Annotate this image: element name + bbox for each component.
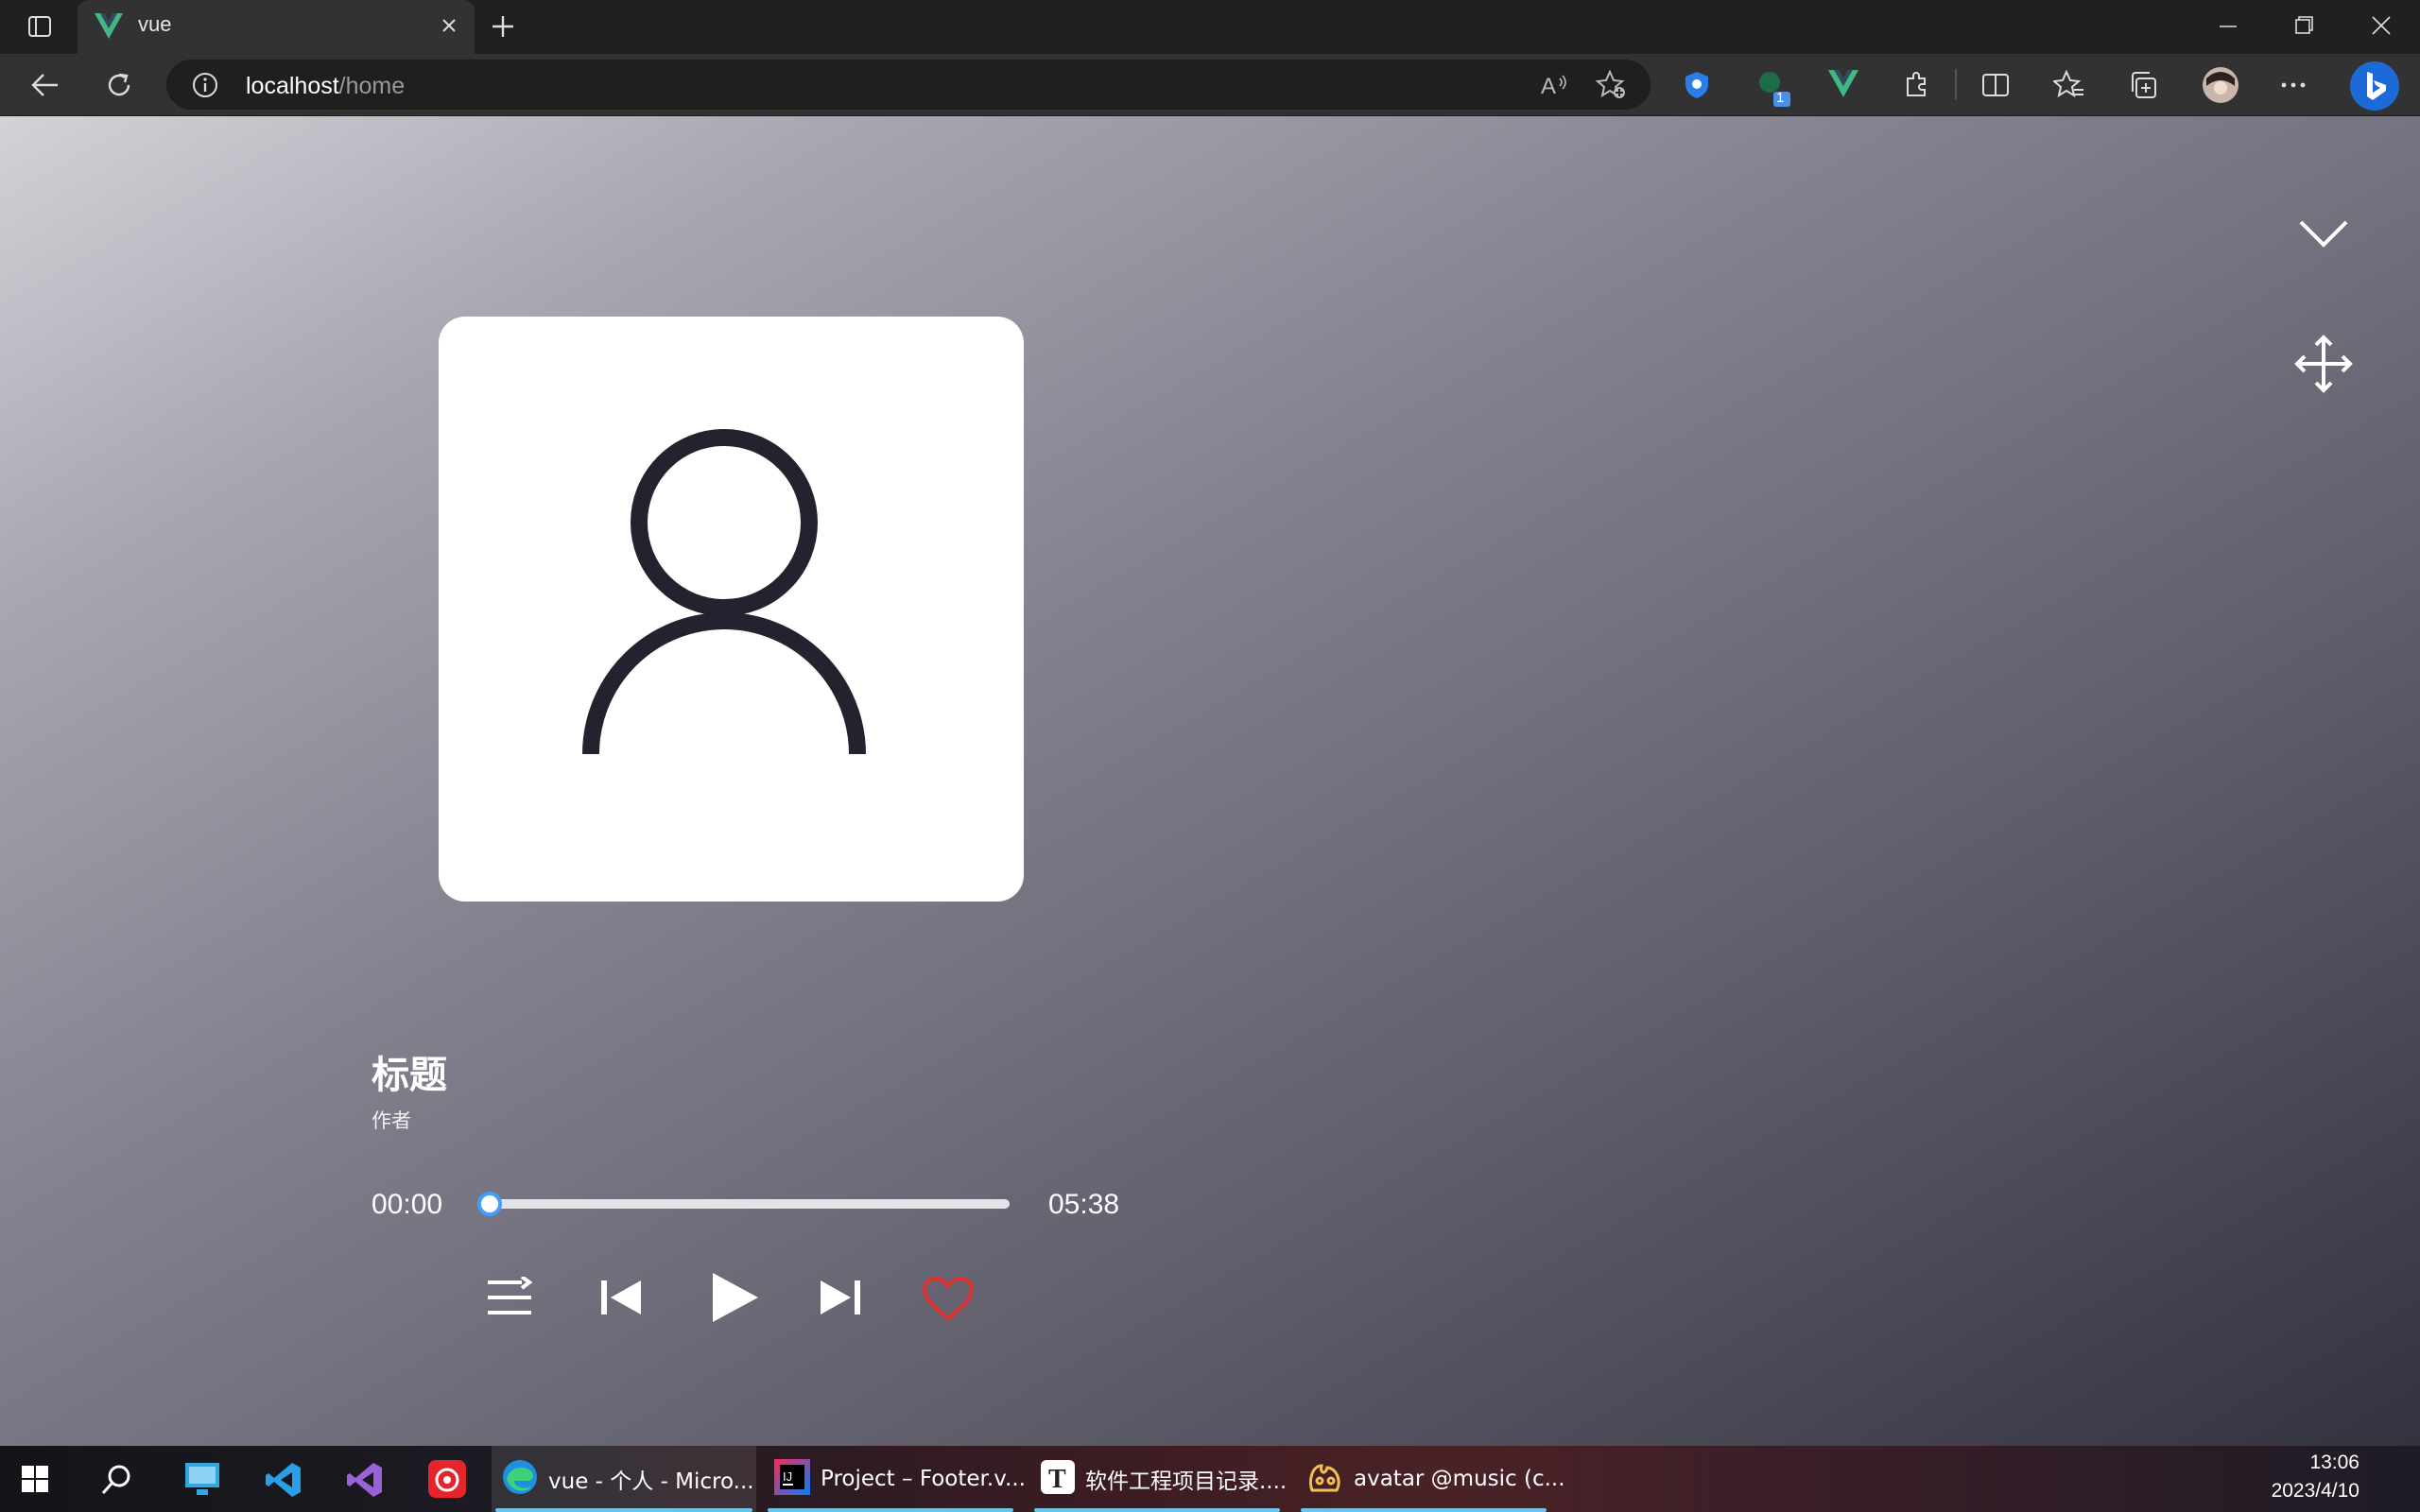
restore-icon[interactable] [2291,13,2316,43]
active-indicator [768,1508,1013,1512]
profile-avatar[interactable] [2201,65,2240,110]
visual-studio-icon[interactable] [346,1461,384,1497]
taskbar-app-label: Project – Footer.v... [821,1467,1026,1491]
clock-time[interactable]: 13:06 [2309,1452,2360,1474]
tab-title: vue [138,12,172,36]
active-indicator [495,1508,752,1512]
vue-logo-icon [95,13,123,44]
playlist-icon[interactable] [486,1275,533,1323]
windows-start-icon[interactable] [21,1465,49,1493]
svg-text:A: A [1541,74,1556,99]
netease-music-icon[interactable] [427,1459,467,1499]
taskbar-app-edge[interactable]: vue - 个人 - Micro... [492,1446,756,1512]
music-player-page: 标题 作者 00:00 05:38 [0,116,2420,1446]
taskbar-app-label: 软件工程项目记录.... [1085,1469,1288,1494]
progress-thumb[interactable] [477,1192,502,1216]
collapse-chevron-icon[interactable] [2297,216,2350,255]
browser-toolbar: localhost/home A 1 [0,54,2420,116]
current-time: 00:00 [372,1189,443,1220]
url-host: localhost [246,73,339,99]
user-avatar-icon [582,428,866,764]
navicat-icon [1306,1458,1344,1501]
typora-icon: T [1040,1459,1076,1500]
previous-icon[interactable] [599,1277,643,1323]
new-tab-icon[interactable] [490,13,516,44]
song-title: 标题 [372,1054,447,1097]
tab-vue[interactable]: vue [78,0,475,54]
favorites-icon[interactable] [2051,69,2085,106]
collections-icon[interactable] [2127,69,2159,106]
desktop-app-icon[interactable] [183,1461,221,1497]
site-info-icon[interactable] [191,71,219,104]
vue-devtools-icon[interactable] [1828,70,1858,103]
shield-extension-icon[interactable] [1681,69,1713,106]
url-path: /home [338,73,406,99]
more-options-icon[interactable] [2276,69,2310,106]
refresh-icon[interactable] [104,70,134,105]
split-screen-icon[interactable] [1979,69,2012,106]
active-indicator [1034,1508,1280,1512]
clock-date[interactable]: 2023/4/10 [2272,1480,2360,1503]
svg-text:T: T [1048,1465,1066,1494]
address-bar[interactable]: localhost/home A [166,60,1651,110]
taskbar-app-navicat[interactable]: avatar @music (c... [1297,1446,1565,1512]
bing-copilot-icon[interactable] [2348,60,2401,117]
search-icon[interactable] [100,1463,134,1495]
minimize-icon[interactable] [2216,13,2240,43]
taskbar-app-label: vue - 个人 - Micro... [548,1469,754,1494]
vscode-icon[interactable] [265,1461,302,1497]
intellij-icon: IJ [773,1458,811,1501]
play-icon[interactable] [709,1271,760,1329]
url-text[interactable]: localhost/home [246,73,405,100]
close-window-icon[interactable] [2369,13,2394,43]
like-heart-icon[interactable] [922,1276,975,1327]
song-author: 作者 [372,1109,411,1132]
active-indicator [1301,1508,1547,1512]
extension-badge-count: 1 [1776,90,1785,106]
move-arrows-icon[interactable] [2293,334,2354,399]
progress-slider[interactable] [477,1192,1010,1216]
close-tab-icon[interactable] [439,15,459,41]
add-favorite-icon[interactable] [1595,69,1628,106]
taskbar-app-intellij[interactable]: IJ Project – Footer.v... [764,1446,1026,1512]
total-time: 05:38 [1048,1189,1120,1220]
extensions-icon[interactable] [1900,69,1932,106]
edge-icon [501,1458,539,1501]
taskbar-app-typora[interactable]: T 软件工程项目记录.... [1030,1446,1288,1512]
extension-badge-icon[interactable]: 1 [1754,67,1792,113]
taskbar-app-label: avatar @music (c... [1354,1467,1565,1491]
next-icon[interactable] [819,1277,862,1323]
workspaces-icon[interactable] [26,13,53,40]
browser-tab-bar: vue [0,0,2420,54]
back-icon[interactable] [30,71,60,104]
svg-text:IJ: IJ [783,1469,792,1484]
windows-taskbar: vue - 个人 - Micro... IJ Project – Footer.… [0,1446,2420,1512]
toolbar-divider [1955,69,1957,99]
read-aloud-icon[interactable]: A [1539,71,1569,104]
album-cover [439,317,1024,902]
